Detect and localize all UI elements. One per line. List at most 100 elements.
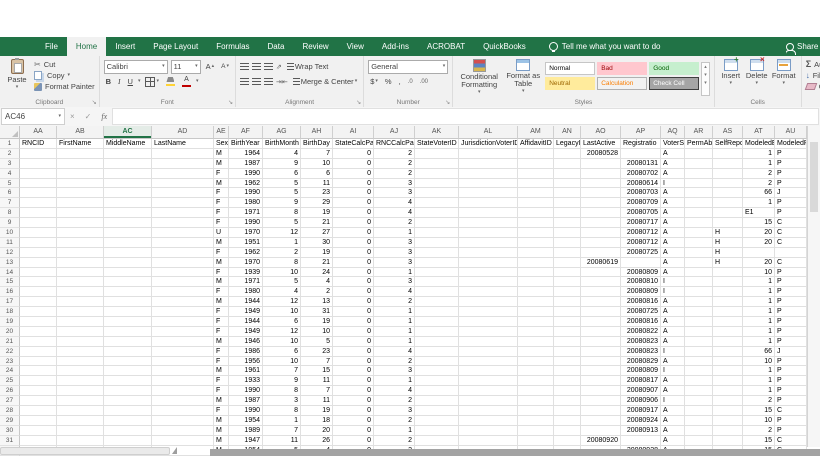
cell-AC15[interactable] (104, 277, 152, 288)
cell-AS28[interactable] (713, 406, 743, 416)
cell-AU6[interactable]: J (775, 188, 807, 199)
cell-AE18[interactable]: F (214, 307, 229, 318)
cell-AK12[interactable] (415, 247, 459, 258)
cell-AI23[interactable]: 0 (333, 356, 374, 367)
cell-AB12[interactable] (57, 247, 104, 258)
cell-AE3[interactable]: M (214, 158, 229, 169)
cell-AK30[interactable] (415, 425, 459, 436)
cell-AD13[interactable] (152, 257, 214, 268)
cell-AE10[interactable]: U (214, 228, 229, 238)
cell-AU28[interactable]: C (775, 406, 807, 416)
cell-AT28[interactable]: 15 (743, 406, 775, 416)
cell-AS29[interactable] (713, 415, 743, 426)
cell-AD20[interactable] (152, 326, 214, 337)
cell-AG11[interactable]: 1 (263, 237, 301, 248)
gallery-up-icon[interactable]: ▴ (702, 63, 709, 71)
cell-AC5[interactable] (104, 178, 152, 189)
cell-AP17[interactable]: 20080816 (621, 297, 661, 308)
cell-AF24[interactable]: 1961 (229, 366, 263, 377)
cell-AN17[interactable] (554, 297, 581, 308)
cell-AB18[interactable] (57, 307, 104, 318)
cell-AL9[interactable] (459, 218, 518, 229)
cell-AC28[interactable] (104, 406, 152, 416)
cell-AP6[interactable]: 20080703 (621, 188, 661, 199)
cell-AP15[interactable]: 20080810 (621, 277, 661, 288)
cell-AO19[interactable] (581, 317, 621, 327)
cell-AO14[interactable] (581, 267, 621, 278)
cell-AT13[interactable]: 20 (743, 257, 775, 268)
cell-AE26[interactable]: F (214, 386, 229, 397)
cell-AG29[interactable]: 1 (263, 415, 301, 426)
cell-AG26[interactable]: 8 (263, 386, 301, 397)
cell-AJ25[interactable]: 1 (374, 376, 415, 387)
cell-AD3[interactable] (152, 158, 214, 169)
cell-AO26[interactable] (581, 386, 621, 397)
cell-AS15[interactable] (713, 277, 743, 288)
cell-AB29[interactable] (57, 415, 104, 426)
cell-AA7[interactable] (20, 198, 57, 209)
cell-AS31[interactable] (713, 435, 743, 446)
cell-AC20[interactable] (104, 326, 152, 337)
cell-AH5[interactable]: 11 (301, 178, 333, 189)
cell-AO6[interactable] (581, 188, 621, 199)
insert-function-icon[interactable]: fx (96, 112, 112, 121)
cell-AO9[interactable] (581, 218, 621, 229)
cell-AD9[interactable] (152, 218, 214, 229)
cell-AI8[interactable]: 0 (333, 208, 374, 219)
cell-AG30[interactable]: 7 (263, 425, 301, 436)
column-header-AF[interactable]: AF (229, 126, 263, 139)
cell-AK23[interactable] (415, 356, 459, 367)
cell-AE17[interactable]: M (214, 297, 229, 308)
cell-AN13[interactable] (554, 257, 581, 268)
cell-AE20[interactable]: F (214, 326, 229, 337)
cell-AQ2[interactable]: A (661, 148, 685, 159)
cell-AA13[interactable] (20, 257, 57, 268)
cell-AC24[interactable] (104, 366, 152, 377)
cell-AB30[interactable] (57, 425, 104, 436)
cell-AA1[interactable]: RNCID (20, 139, 57, 149)
cell-AF28[interactable]: 1990 (229, 406, 263, 416)
cell-AF5[interactable]: 1962 (229, 178, 263, 189)
cell-AL17[interactable] (459, 297, 518, 308)
cell-AI11[interactable]: 0 (333, 237, 374, 248)
cell-AJ12[interactable]: 3 (374, 247, 415, 258)
cell-AL4[interactable] (459, 168, 518, 179)
cell-AN18[interactable] (554, 307, 581, 318)
cell-AT3[interactable]: 1 (743, 158, 775, 169)
cell-AI4[interactable]: 0 (333, 168, 374, 179)
cell-AN25[interactable] (554, 376, 581, 387)
cell-AP8[interactable]: 20080705 (621, 208, 661, 219)
cell-AC10[interactable] (104, 228, 152, 238)
cell-AB3[interactable] (57, 158, 104, 169)
cell-AD17[interactable] (152, 297, 214, 308)
cell-AE29[interactable]: M (214, 415, 229, 426)
cell-AD14[interactable] (152, 267, 214, 278)
style-chip-good[interactable]: Good (649, 62, 700, 75)
cell-AO31[interactable]: 20080920 (581, 435, 621, 446)
cell-AF2[interactable]: 1964 (229, 148, 263, 159)
cell-AO1[interactable]: LastActive (581, 139, 621, 149)
cell-AJ7[interactable]: 4 (374, 198, 415, 209)
cell-AA27[interactable] (20, 396, 57, 407)
cell-AL28[interactable] (459, 406, 518, 416)
cell-AI6[interactable]: 0 (333, 188, 374, 199)
format-painter-button[interactable]: Format Painter (34, 81, 95, 92)
row-header-17[interactable]: 17 (0, 297, 20, 308)
cell-AH14[interactable]: 24 (301, 267, 333, 278)
cell-AI21[interactable]: 0 (333, 336, 374, 347)
paste-button[interactable]: Paste ▾ (4, 58, 30, 92)
cell-AC18[interactable] (104, 307, 152, 318)
dialog-launcher-icon[interactable]: ↘ (356, 100, 361, 106)
cell-AQ4[interactable]: A (661, 168, 685, 179)
cell-AH13[interactable]: 21 (301, 257, 333, 268)
cell-AF17[interactable]: 1944 (229, 297, 263, 308)
row-header-14[interactable]: 14 (0, 267, 20, 278)
cell-AM30[interactable] (518, 425, 554, 436)
cell-AR11[interactable] (685, 237, 713, 248)
cell-AL8[interactable] (459, 208, 518, 219)
cell-AT27[interactable]: 2 (743, 396, 775, 407)
cell-AS3[interactable] (713, 158, 743, 169)
cell-AG14[interactable]: 10 (263, 267, 301, 278)
cell-AB1[interactable]: FirstName (57, 139, 104, 149)
cell-AG18[interactable]: 10 (263, 307, 301, 318)
